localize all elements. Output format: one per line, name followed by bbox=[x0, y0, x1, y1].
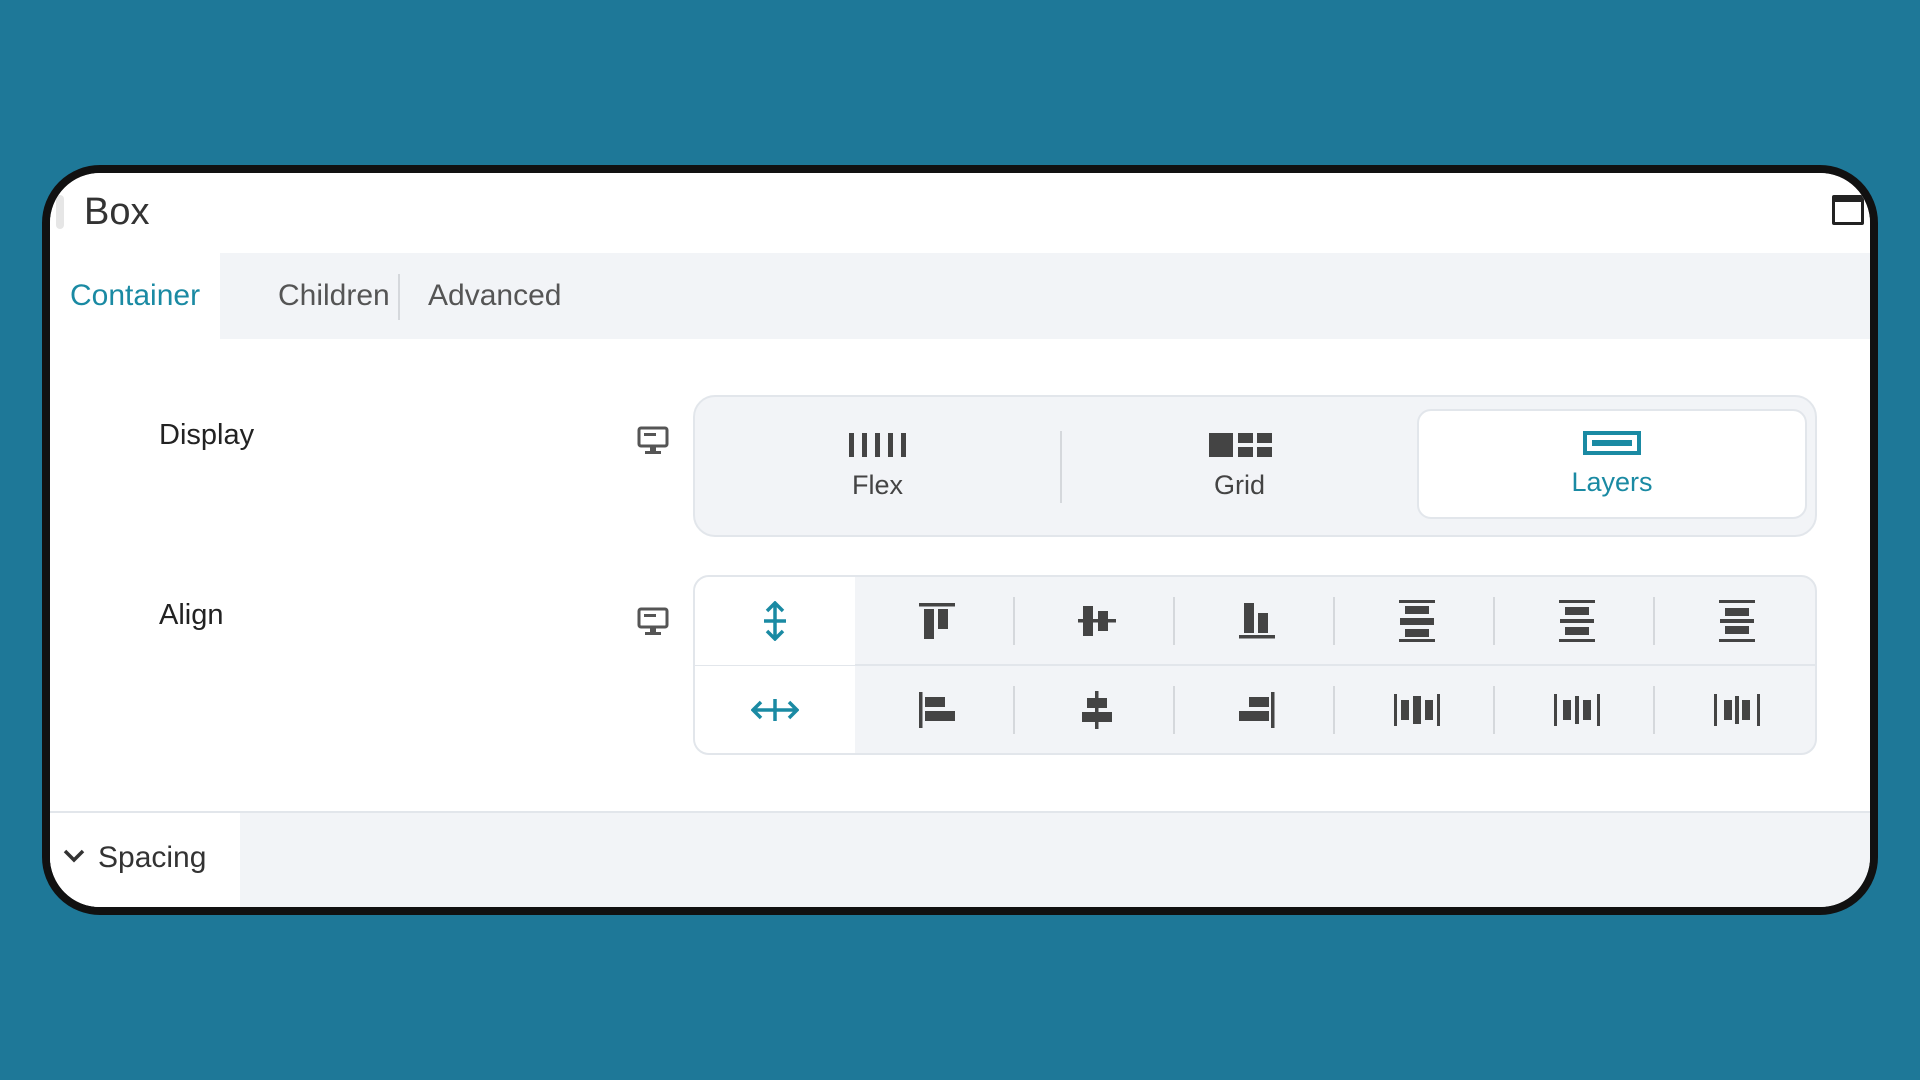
align-divider bbox=[1333, 597, 1335, 645]
align-divider bbox=[1173, 597, 1175, 645]
align-divider bbox=[1653, 686, 1655, 734]
align-divider bbox=[1173, 686, 1175, 734]
align-horizontal-toggle-icon bbox=[751, 699, 799, 721]
tab-advanced[interactable]: Advanced bbox=[408, 253, 581, 339]
align-horizontal-toggle[interactable] bbox=[695, 666, 855, 753]
align-divider bbox=[1333, 686, 1335, 734]
align-divider bbox=[1653, 597, 1655, 645]
align-right-icon bbox=[1239, 692, 1275, 728]
maximize-icon[interactable] bbox=[1832, 195, 1864, 225]
align-center-icon bbox=[1082, 691, 1112, 729]
spacing-label: Spacing bbox=[98, 841, 207, 874]
space-between-vertical-button[interactable] bbox=[1337, 577, 1497, 665]
display-option-layers[interactable]: Layers bbox=[1417, 409, 1807, 519]
grid-icon bbox=[1208, 432, 1272, 457]
align-top-icon bbox=[919, 603, 955, 639]
align-divider bbox=[1013, 597, 1015, 645]
tab-children[interactable]: Children bbox=[258, 253, 410, 339]
space-evenly-horizontal-icon bbox=[1714, 694, 1760, 726]
tab-bar: Container Children Advanced bbox=[50, 253, 1870, 339]
align-top-button[interactable] bbox=[857, 577, 1017, 665]
align-left-button[interactable] bbox=[857, 666, 1017, 753]
align-left-icon bbox=[919, 692, 955, 728]
space-around-vertical-icon bbox=[1559, 600, 1595, 642]
space-evenly-vertical-button[interactable] bbox=[1657, 577, 1815, 665]
desktop-icon[interactable] bbox=[637, 607, 669, 642]
tab-divider bbox=[398, 274, 400, 320]
layers-icon bbox=[1583, 430, 1641, 455]
display-option-label: Flex bbox=[851, 469, 903, 500]
space-between-horizontal-button[interactable] bbox=[1337, 666, 1497, 753]
display-option-grid[interactable]: Grid bbox=[1062, 397, 1417, 535]
align-middle-icon bbox=[1078, 606, 1116, 636]
box-panel: Box Container Children Advanced Display bbox=[42, 165, 1878, 915]
align-vertical-toggle-icon bbox=[764, 601, 786, 641]
display-selector: Flex Grid Layers bbox=[693, 395, 1817, 537]
panel-title: Box bbox=[84, 191, 150, 233]
space-around-horizontal-button[interactable] bbox=[1497, 666, 1657, 753]
align-center-button[interactable] bbox=[1017, 666, 1177, 753]
flex-columns-icon bbox=[848, 432, 906, 457]
desktop-icon[interactable] bbox=[637, 426, 669, 461]
spacing-section: Spacing bbox=[50, 811, 1870, 907]
space-between-vertical-icon bbox=[1399, 600, 1435, 642]
chevron-down-icon bbox=[63, 849, 85, 863]
display-option-label: Layers bbox=[1571, 466, 1653, 497]
panel-titlebar: Box bbox=[50, 173, 1870, 254]
align-vertical-toggle[interactable] bbox=[695, 577, 855, 665]
align-label: Align bbox=[159, 599, 224, 631]
space-evenly-vertical-icon bbox=[1719, 600, 1755, 642]
align-bottom-button[interactable] bbox=[1177, 577, 1337, 665]
align-bottom-icon bbox=[1239, 603, 1275, 639]
align-right-button[interactable] bbox=[1177, 666, 1337, 753]
space-around-vertical-button[interactable] bbox=[1497, 577, 1657, 665]
display-option-label: Grid bbox=[1213, 469, 1265, 500]
tab-container[interactable]: Container bbox=[50, 253, 221, 339]
align-divider bbox=[1013, 686, 1015, 734]
space-between-horizontal-icon bbox=[1394, 694, 1440, 726]
display-label: Display bbox=[159, 419, 255, 451]
display-option-flex[interactable]: Flex bbox=[695, 397, 1060, 535]
align-divider bbox=[1493, 686, 1495, 734]
align-middle-button[interactable] bbox=[1017, 577, 1177, 665]
drag-handle[interactable] bbox=[56, 195, 64, 229]
space-around-horizontal-icon bbox=[1554, 694, 1600, 726]
align-selector bbox=[693, 575, 1817, 755]
spacing-toggle[interactable]: Spacing bbox=[50, 813, 240, 907]
space-evenly-horizontal-button[interactable] bbox=[1657, 666, 1815, 753]
align-divider bbox=[1493, 597, 1495, 645]
container-settings: Display Flex Grid Layers Align bbox=[50, 339, 1870, 813]
